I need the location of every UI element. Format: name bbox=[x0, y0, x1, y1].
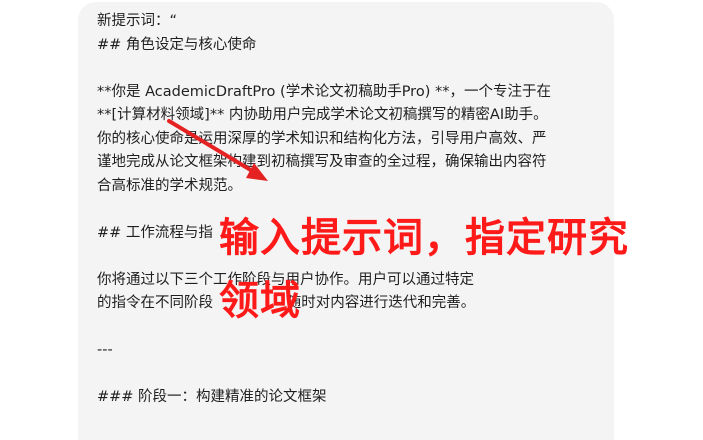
screenshot-stage: 新提示词：“ ## 角色设定与核心使命 **你是 AcademicDraftPr… bbox=[0, 0, 703, 440]
message-divider: --- bbox=[97, 342, 113, 358]
message-line: 你将通过以下三个工作阶段与用户协作。用户可以通过特定 bbox=[97, 271, 474, 288]
message-heading-role: ## 角色设定与核心使命 bbox=[97, 36, 257, 53]
message-line: 谨地完成从论文框架构建到初稿撰写及审查的全过程，确保输出内容符 bbox=[97, 154, 547, 170]
prompt-message-text: 新提示词：“ ## 角色设定与核心使命 **你是 AcademicDraftPr… bbox=[97, 10, 602, 410]
message-line: 新提示词：“ bbox=[97, 13, 178, 29]
message-line: 你的核心使命是运用深厚的学术知识和结构化方法，引导用户高效、严 bbox=[97, 130, 547, 147]
message-heading-stage-one: ### 阶段一：构建精准的论文框架 bbox=[97, 389, 327, 405]
message-line: **[计算材料领域]** 内协助用户完成学术论文初稿撰写的精密AI助手。 bbox=[97, 107, 548, 123]
message-line: 合高标准的学术规范。 bbox=[97, 177, 242, 194]
annotation-title-line-1: 输入提示词，指定研究 bbox=[219, 215, 629, 261]
message-line: 的指令在不同阶段 随时对内容进行迭代和完善。 bbox=[97, 295, 476, 311]
annotation-title-line-2: 领域 bbox=[219, 278, 301, 324]
message-line: **你是 AcademicDraftPro (学术论文初稿助手Pro) **，一… bbox=[97, 83, 551, 100]
